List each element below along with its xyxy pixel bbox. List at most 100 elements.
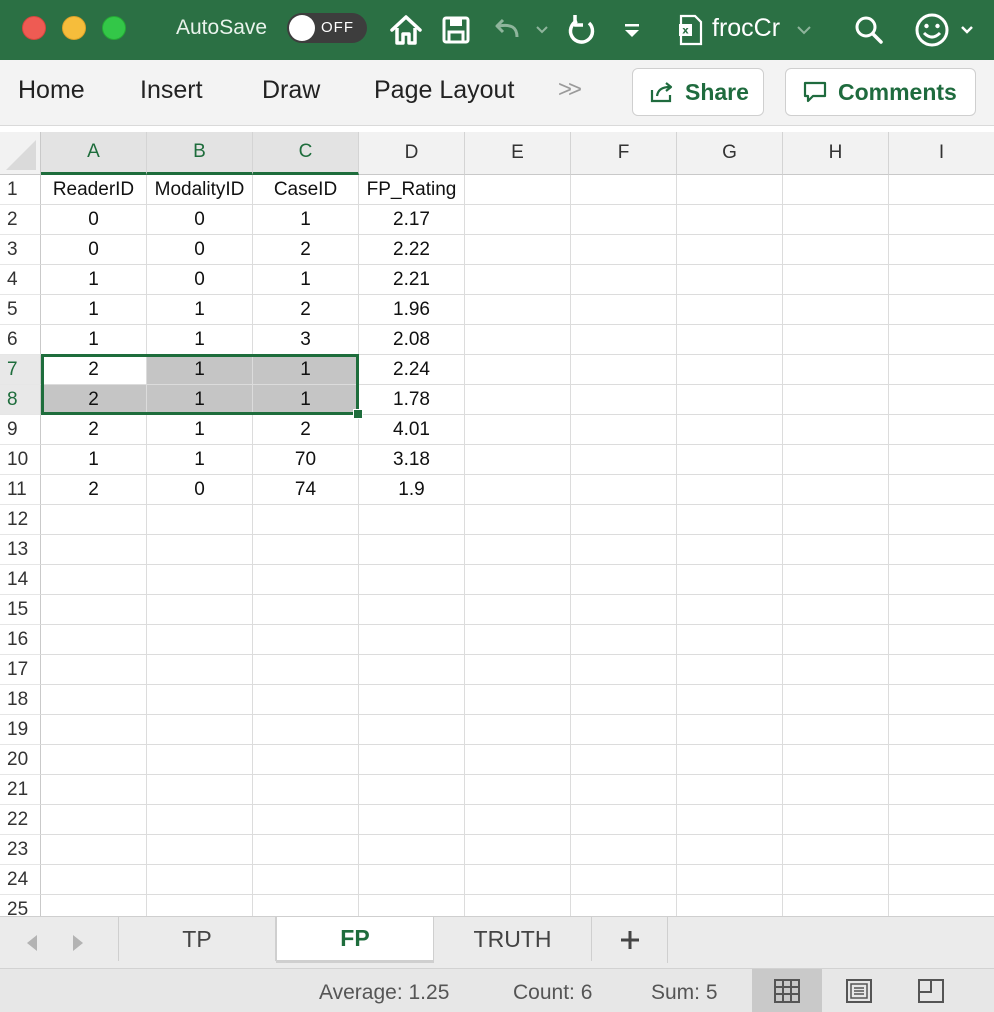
column-header-d[interactable]: D — [359, 132, 465, 175]
row-header-22[interactable]: 22 — [0, 805, 41, 835]
window-close-button[interactable] — [22, 16, 46, 40]
cell-c15[interactable] — [253, 595, 359, 625]
cell-c17[interactable] — [253, 655, 359, 685]
column-header-f[interactable]: F — [571, 132, 677, 175]
cell-d16[interactable] — [359, 625, 465, 655]
cell-a17[interactable] — [41, 655, 147, 685]
cell-c18[interactable] — [253, 685, 359, 715]
cell-h7[interactable] — [783, 355, 889, 385]
column-header-e[interactable]: E — [465, 132, 571, 175]
column-header-g[interactable]: G — [677, 132, 783, 175]
cell-f15[interactable] — [571, 595, 677, 625]
cell-a14[interactable] — [41, 565, 147, 595]
ribbon-overflow-button[interactable]: >> — [558, 76, 582, 104]
row-header-23[interactable]: 23 — [0, 835, 41, 865]
normal-view-button[interactable] — [752, 969, 822, 1012]
cell-e23[interactable] — [465, 835, 571, 865]
cell-g16[interactable] — [677, 625, 783, 655]
cell-h16[interactable] — [783, 625, 889, 655]
cell-e7[interactable] — [465, 355, 571, 385]
cell-e1[interactable] — [465, 175, 571, 205]
cell-a19[interactable] — [41, 715, 147, 745]
cell-f14[interactable] — [571, 565, 677, 595]
cell-i23[interactable] — [889, 835, 994, 865]
cell-c11[interactable]: 74 — [253, 475, 359, 505]
cell-c6[interactable]: 3 — [253, 325, 359, 355]
cell-i2[interactable] — [889, 205, 994, 235]
next-sheet-icon[interactable] — [70, 933, 86, 958]
cell-e8[interactable] — [465, 385, 571, 415]
cell-b8[interactable]: 1 — [147, 385, 253, 415]
cell-a13[interactable] — [41, 535, 147, 565]
cell-b16[interactable] — [147, 625, 253, 655]
cell-i4[interactable] — [889, 265, 994, 295]
cell-f16[interactable] — [571, 625, 677, 655]
cell-h15[interactable] — [783, 595, 889, 625]
cell-e4[interactable] — [465, 265, 571, 295]
cell-d17[interactable] — [359, 655, 465, 685]
cell-c19[interactable] — [253, 715, 359, 745]
undo-icon[interactable] — [490, 10, 550, 50]
cell-i13[interactable] — [889, 535, 994, 565]
row-header-17[interactable]: 17 — [0, 655, 41, 685]
cell-f20[interactable] — [571, 745, 677, 775]
row-header-10[interactable]: 10 — [0, 445, 41, 475]
cell-d1[interactable]: FP_Rating — [359, 175, 465, 205]
cell-a23[interactable] — [41, 835, 147, 865]
cell-i11[interactable] — [889, 475, 994, 505]
cell-c3[interactable]: 2 — [253, 235, 359, 265]
cell-b17[interactable] — [147, 655, 253, 685]
cell-b25[interactable] — [147, 895, 253, 916]
cell-d18[interactable] — [359, 685, 465, 715]
cell-i12[interactable] — [889, 505, 994, 535]
cell-h10[interactable] — [783, 445, 889, 475]
cell-d21[interactable] — [359, 775, 465, 805]
cell-b6[interactable]: 1 — [147, 325, 253, 355]
row-header-4[interactable]: 4 — [0, 265, 41, 295]
cell-h5[interactable] — [783, 295, 889, 325]
cell-b19[interactable] — [147, 715, 253, 745]
cell-g23[interactable] — [677, 835, 783, 865]
cell-f9[interactable] — [571, 415, 677, 445]
cell-f3[interactable] — [571, 235, 677, 265]
cell-d13[interactable] — [359, 535, 465, 565]
smiley-feedback-icon[interactable] — [914, 10, 974, 50]
cell-h3[interactable] — [783, 235, 889, 265]
cell-f5[interactable] — [571, 295, 677, 325]
cell-e9[interactable] — [465, 415, 571, 445]
cell-b9[interactable]: 1 — [147, 415, 253, 445]
cell-e22[interactable] — [465, 805, 571, 835]
cell-e15[interactable] — [465, 595, 571, 625]
cell-f13[interactable] — [571, 535, 677, 565]
cell-e19[interactable] — [465, 715, 571, 745]
cell-b14[interactable] — [147, 565, 253, 595]
cell-i10[interactable] — [889, 445, 994, 475]
cell-a3[interactable]: 0 — [41, 235, 147, 265]
prev-sheet-icon[interactable] — [24, 933, 40, 958]
row-header-12[interactable]: 12 — [0, 505, 41, 535]
cell-d20[interactable] — [359, 745, 465, 775]
cell-b7[interactable]: 1 — [147, 355, 253, 385]
cell-e25[interactable] — [465, 895, 571, 916]
cell-h9[interactable] — [783, 415, 889, 445]
cell-c5[interactable]: 2 — [253, 295, 359, 325]
cell-a11[interactable]: 2 — [41, 475, 147, 505]
cell-g2[interactable] — [677, 205, 783, 235]
cell-c20[interactable] — [253, 745, 359, 775]
cell-d3[interactable]: 2.22 — [359, 235, 465, 265]
cell-e20[interactable] — [465, 745, 571, 775]
cell-c8[interactable]: 1 — [253, 385, 359, 415]
cell-f7[interactable] — [571, 355, 677, 385]
cell-g1[interactable] — [677, 175, 783, 205]
cell-h8[interactable] — [783, 385, 889, 415]
cell-e24[interactable] — [465, 865, 571, 895]
page-layout-view-button[interactable] — [824, 969, 894, 1012]
cell-b11[interactable]: 0 — [147, 475, 253, 505]
cell-f17[interactable] — [571, 655, 677, 685]
cell-c21[interactable] — [253, 775, 359, 805]
cell-h14[interactable] — [783, 565, 889, 595]
cell-g9[interactable] — [677, 415, 783, 445]
cell-f25[interactable] — [571, 895, 677, 916]
cell-g19[interactable] — [677, 715, 783, 745]
customize-toolbar-icon[interactable] — [620, 10, 644, 50]
